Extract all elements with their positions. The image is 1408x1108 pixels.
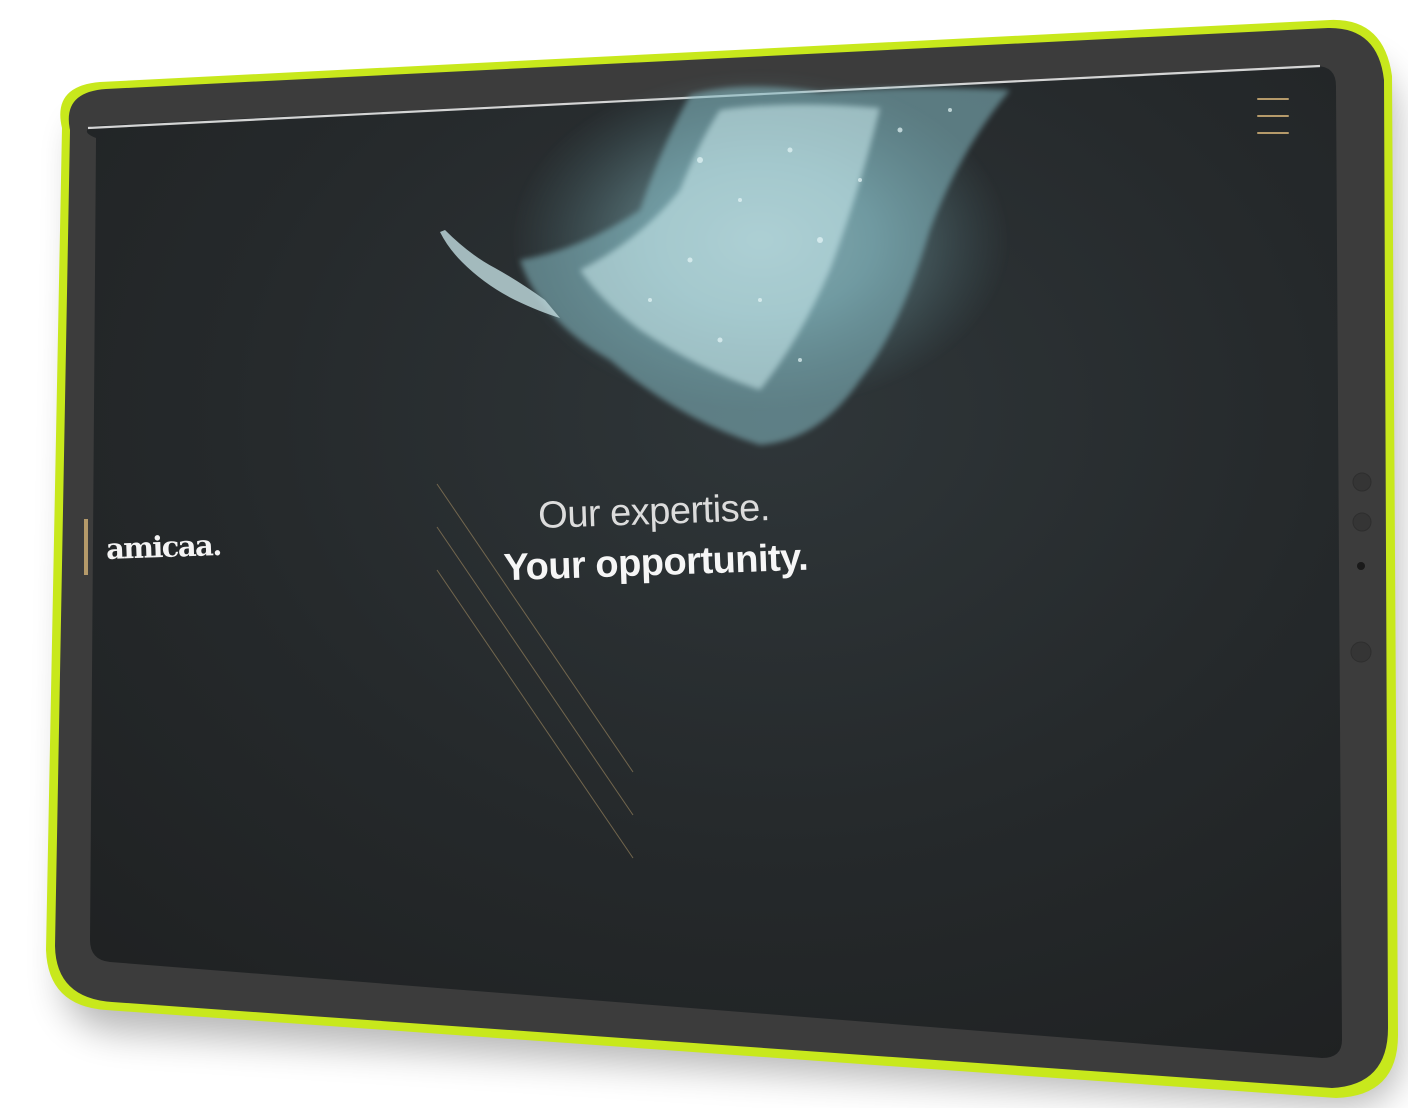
hamburger-menu-bar: [1257, 132, 1289, 134]
hero-headline: Our expertise. Your opportunity.: [438, 483, 871, 599]
hamburger-menu-bar: [1257, 115, 1289, 117]
tablet-mockup-scene: amicaa. Our expertise. Your opportunity.: [0, 0, 1408, 1108]
hamburger-menu-icon: [1257, 98, 1289, 100]
hamburger-menu-button[interactable]: [1250, 92, 1296, 144]
brand-logo[interactable]: amicaa.: [84, 518, 221, 576]
logo-accent-bar: [84, 519, 88, 575]
logo-text: amicaa.: [105, 528, 222, 566]
